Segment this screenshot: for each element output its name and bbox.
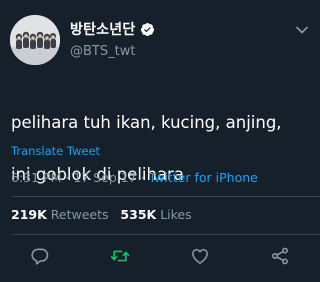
share-button[interactable] [270, 246, 290, 266]
likes-label: Likes [160, 207, 192, 222]
author-name-row[interactable]: 방탄소년단 [70, 19, 155, 39]
divider [11, 196, 320, 197]
tweet-text-line-1: pelihara tuh ikan, kucing, anjing, [11, 113, 282, 132]
meta-separator: · [140, 170, 145, 185]
author-display-name[interactable]: 방탄소년단 [70, 19, 135, 39]
meta-separator: · [65, 170, 70, 185]
retweet-button[interactable] [110, 246, 130, 266]
tweet-source-link[interactable]: Twitter for iPhone [149, 170, 258, 185]
share-icon [272, 247, 288, 265]
likes-stat[interactable]: 535K Likes [120, 207, 191, 222]
translate-tweet-link[interactable]: Translate Tweet [11, 144, 100, 158]
tweet-time: 6:31 PM [11, 170, 62, 185]
reply-icon [31, 248, 49, 265]
tweet-date: 17 Sep 17 [73, 170, 137, 185]
author-handle[interactable]: @BTS_twt [70, 44, 135, 59]
like-button[interactable] [190, 246, 210, 266]
likes-count: 535K [120, 207, 157, 222]
retweets-stat[interactable]: 219K Retweets [11, 207, 109, 222]
tweet-meta: 6:31 PM · 17 Sep 17 · Twitter for iPhone [11, 170, 258, 185]
verified-badge-icon [141, 22, 155, 36]
like-icon [192, 248, 208, 264]
chevron-down-icon[interactable] [296, 26, 308, 34]
reply-button[interactable] [30, 246, 50, 266]
retweet-icon [110, 250, 130, 262]
avatar[interactable] [10, 15, 60, 65]
retweets-label: Retweets [50, 207, 109, 222]
divider [11, 234, 320, 235]
tweet-stats: 219K Retweets 535K Likes [11, 207, 192, 222]
tweet-actions-bar [0, 246, 320, 270]
retweets-count: 219K [11, 207, 47, 222]
